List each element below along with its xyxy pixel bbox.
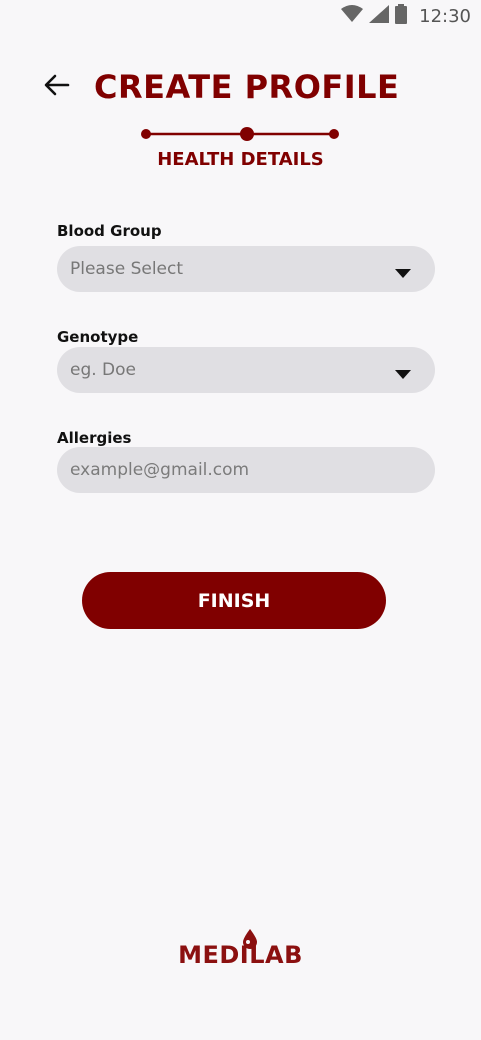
logo-text: MEDILAB xyxy=(178,929,303,975)
allergies-field-wrapper xyxy=(57,447,435,493)
blood-group-placeholder: Please Select xyxy=(70,259,184,279)
status-bar: 12:30 xyxy=(0,0,481,32)
progress-stepper xyxy=(140,124,346,144)
cellular-signal-icon xyxy=(369,5,390,27)
dropdown-arrow-icon[interactable] xyxy=(395,264,411,278)
allergies-input[interactable] xyxy=(70,460,410,480)
genotype-select[interactable]: eg. Doe xyxy=(57,347,435,393)
step-2-dot xyxy=(240,127,254,141)
dropdown-arrow-icon[interactable] xyxy=(395,365,411,379)
step-subtitle: HEALTH DETAILS xyxy=(157,149,324,170)
logo-wordmark: MEDILAB xyxy=(178,941,303,969)
page-title: CREATE PROFILE xyxy=(94,68,400,106)
blood-group-label: Blood Group xyxy=(57,222,162,240)
step-1-dot xyxy=(141,129,151,139)
status-icons: 12:30 xyxy=(341,4,471,28)
medilab-logo: MEDILAB xyxy=(0,925,481,975)
blood-group-select[interactable]: Please Select xyxy=(57,246,435,292)
step-3-dot xyxy=(329,129,339,139)
back-button[interactable] xyxy=(40,70,74,104)
blood-drop-icon xyxy=(243,927,258,949)
finish-button[interactable]: FINISH xyxy=(82,572,386,629)
status-time: 12:30 xyxy=(419,5,471,27)
genotype-label: Genotype xyxy=(57,328,139,346)
battery-icon xyxy=(395,4,408,28)
allergies-label: Allergies xyxy=(57,429,132,447)
header: CREATE PROFILE xyxy=(0,64,481,112)
arrow-left-icon[interactable] xyxy=(44,74,70,100)
wifi-icon xyxy=(341,5,364,27)
genotype-placeholder: eg. Doe xyxy=(70,360,137,380)
